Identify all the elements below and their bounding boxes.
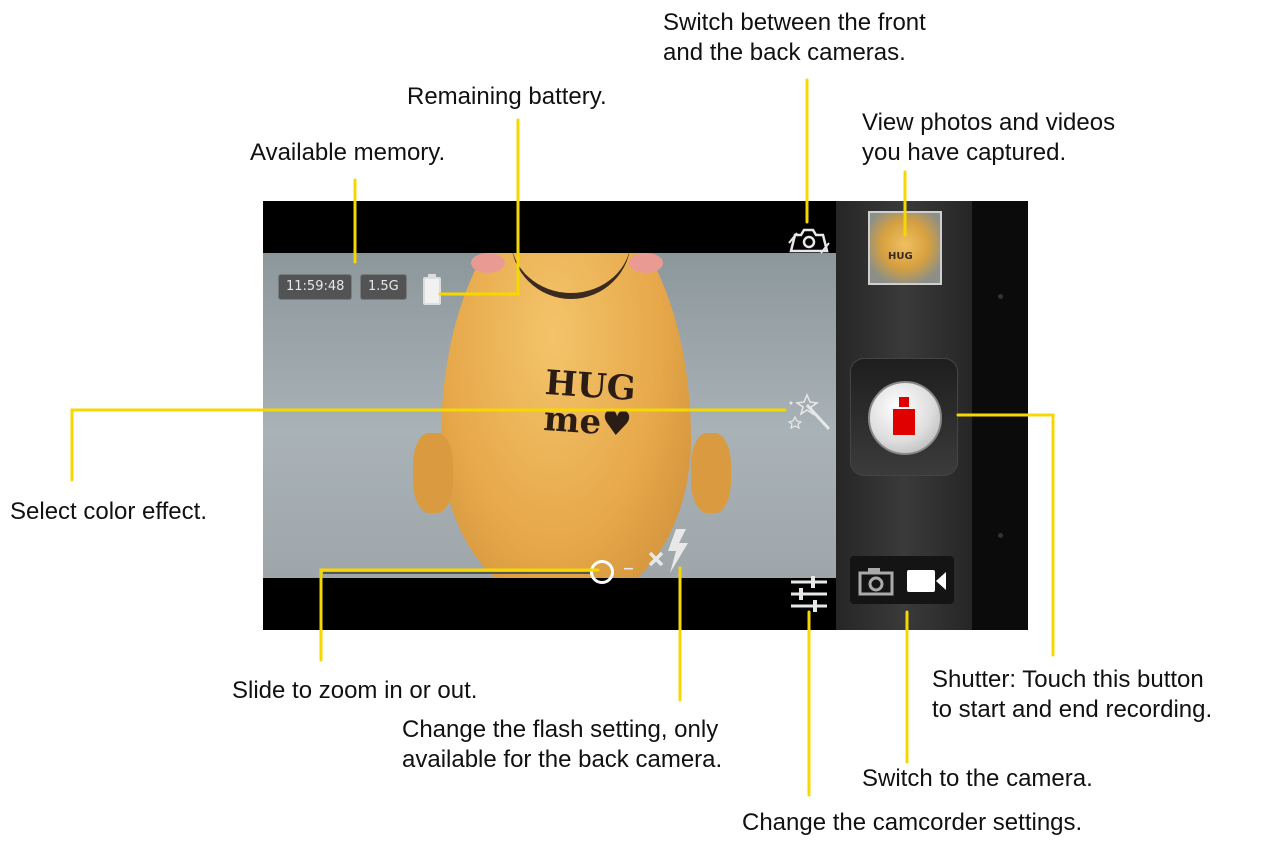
callout-switch-cameras-line2: and the back cameras.: [663, 39, 906, 66]
camcorder-screen: ♥ ♥ HUG me♥ 11:59:48 1.5G –: [263, 201, 1028, 630]
callout-flash-setting-line2: available for the back camera.: [402, 746, 723, 773]
zoom-slider-knob[interactable]: [590, 560, 614, 584]
callout-view-photos-line2: you have captured.: [862, 139, 1067, 166]
egg-left-side: [413, 433, 453, 513]
smile: [511, 253, 631, 299]
egg-right-side: [691, 433, 731, 513]
camera-switch-icon[interactable]: [785, 225, 831, 255]
battery-icon: [423, 274, 441, 305]
callout-camcorder-settings: Change the camcorder settings.: [742, 809, 1083, 836]
callout-flash-setting-line1: Change the flash setting, only: [402, 716, 719, 743]
strip-dot: [998, 533, 1003, 538]
record-icon-body: [893, 409, 915, 435]
viewfinder: ♥ ♥ HUG me♥: [263, 253, 836, 578]
record-icon: [899, 397, 909, 407]
callout-switch-to-camera: Switch to the camera.: [862, 765, 1093, 792]
callout-slide-zoom: Slide to zoom in or out.: [232, 677, 478, 704]
callout-shutter: Shutter: Touch this button to start and …: [932, 665, 1212, 725]
zoom-minus-icon[interactable]: –: [623, 556, 634, 581]
memory-badge: 1.5G: [360, 274, 407, 300]
strip-dot: [998, 294, 1003, 299]
egg-text: HUG me♥: [527, 363, 652, 445]
callout-shutter-line2: to start and end recording.: [932, 696, 1213, 723]
zoom-track[interactable]: [323, 572, 593, 574]
time-remaining-badge: 11:59:48: [278, 274, 353, 300]
control-panel: HUG: [836, 201, 972, 630]
callout-switch-cameras-line1: Switch between the front: [663, 9, 926, 36]
callout-view-photos-line1: View photos and videos: [862, 109, 1116, 136]
callout-switch-cameras: Switch between the front and the back ca…: [663, 8, 926, 68]
right-cheek: [629, 253, 663, 273]
camera-icon[interactable]: [858, 566, 896, 596]
thumb-text: HUG: [888, 251, 913, 262]
callout-select-color-effect: Select color effect.: [10, 498, 207, 525]
mode-switcher: [850, 556, 954, 604]
shutter-button[interactable]: [868, 381, 942, 455]
callout-view-photos: View photos and videos you have captured…: [862, 108, 1115, 168]
callout-shutter-line1: Shutter: Touch this button: [932, 666, 1204, 693]
callout-flash-setting: Change the flash setting, only available…: [402, 715, 722, 775]
shutter-frame: [850, 358, 958, 476]
gallery-thumbnail[interactable]: HUG: [868, 211, 942, 285]
left-cheek: [471, 253, 505, 273]
sliders-icon[interactable]: [789, 574, 829, 614]
flash-icon[interactable]: [648, 527, 692, 575]
video-camera-icon[interactable]: [906, 568, 948, 594]
navigation-strip: [972, 201, 1028, 630]
callout-available-memory: Available memory.: [250, 139, 446, 166]
magic-wand-icon[interactable]: [785, 393, 833, 433]
callout-remaining-battery: Remaining battery.: [407, 83, 607, 110]
egg-text-line2: me♥: [542, 398, 634, 445]
